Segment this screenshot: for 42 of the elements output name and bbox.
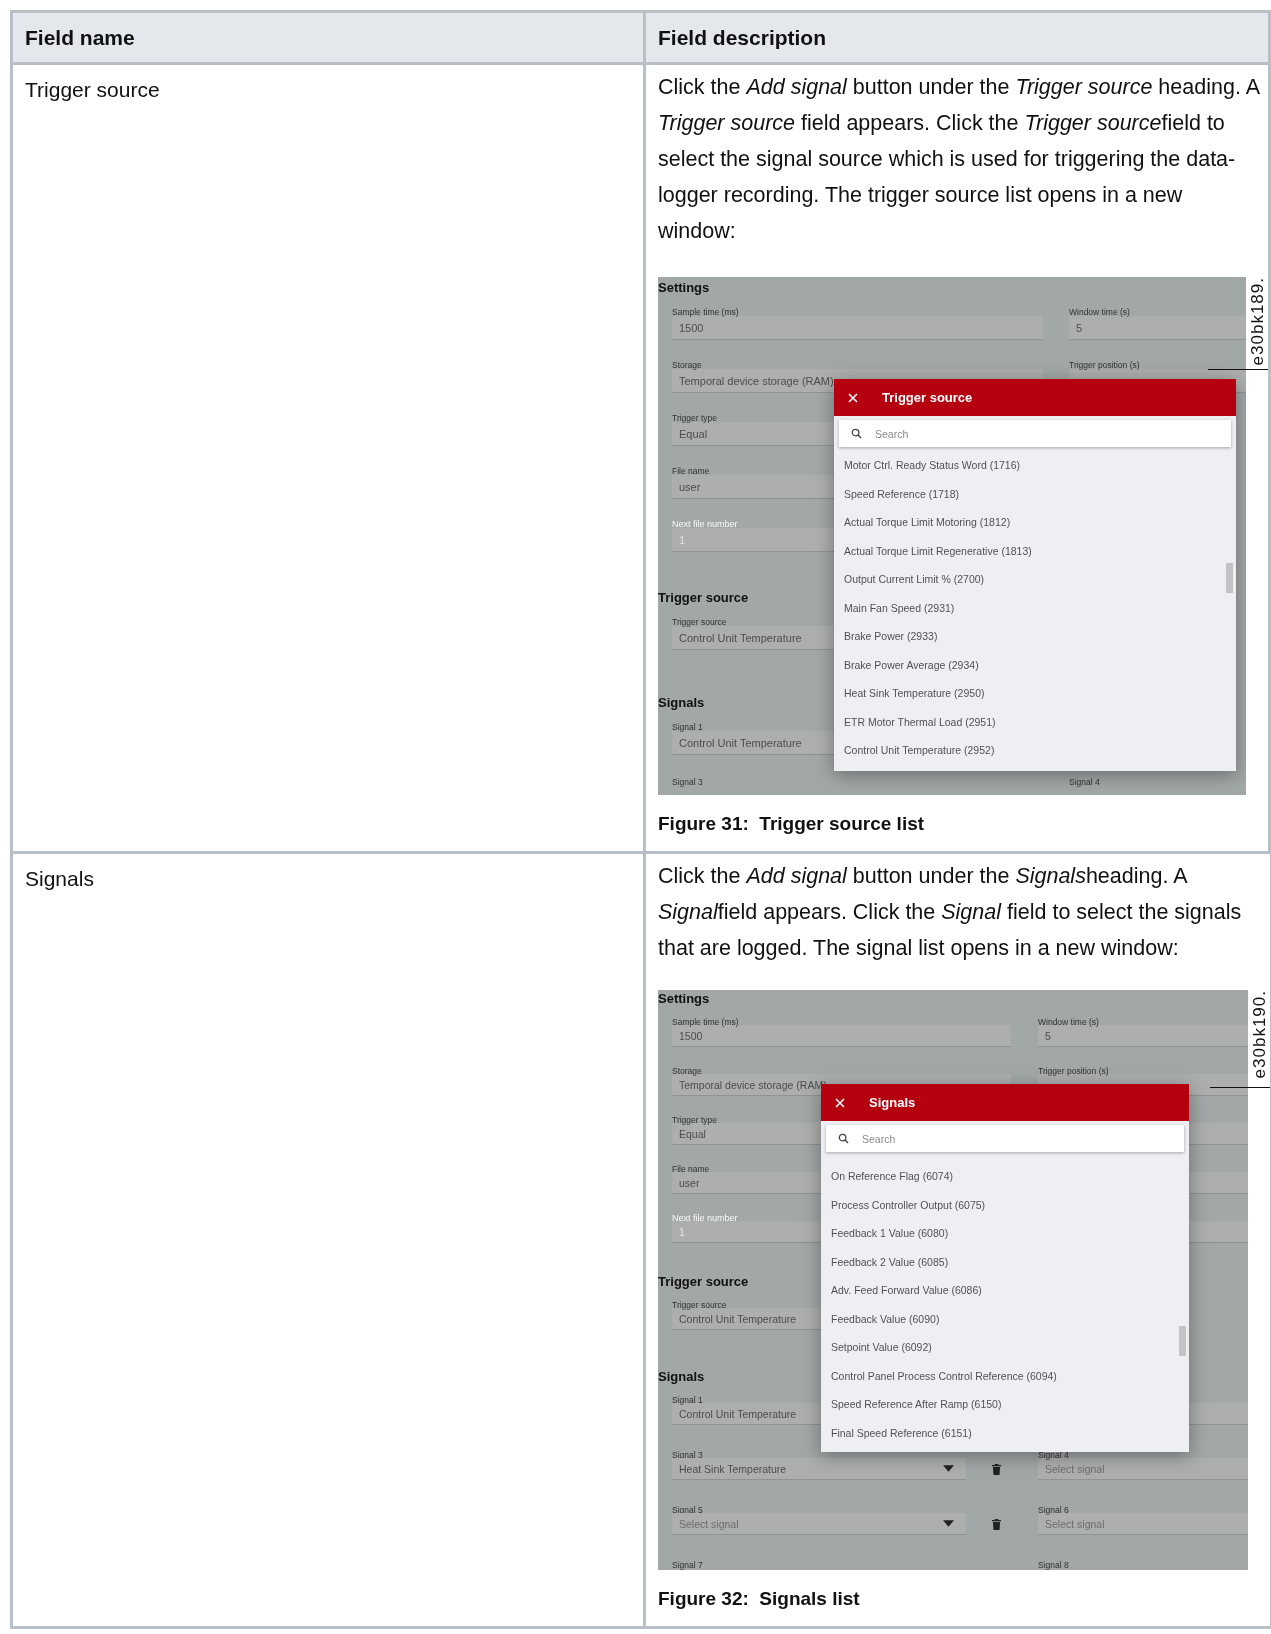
field-label: Trigger position (s) bbox=[1069, 360, 1140, 370]
field-label: Next file number bbox=[672, 1213, 738, 1223]
section-heading: Trigger source bbox=[658, 589, 749, 607]
field-label: Storage bbox=[672, 1066, 702, 1076]
field-label: Signal 6 bbox=[1038, 1505, 1069, 1515]
field-label: Sample time (ms) bbox=[672, 307, 739, 317]
field-name: Signals bbox=[25, 867, 94, 890]
section-heading: Signals bbox=[658, 1368, 705, 1386]
field-label: Signal 1 bbox=[672, 1395, 703, 1405]
field-label: Signal 1 bbox=[672, 722, 703, 732]
field-label: Window time (s) bbox=[1038, 1017, 1099, 1027]
field-label: Trigger type bbox=[672, 413, 718, 423]
figure-id: e30bk190. bbox=[1250, 990, 1270, 1079]
field-label: File name bbox=[672, 1164, 710, 1174]
description-text: Click the Add signal button under the Trigger source heading. A Trigger source field appears. Click the Trigger sourcefield to select the signal source which is used for triggering the data-logger recording. The trigger source list opens in a new window: bbox=[658, 74, 1261, 245]
field-label: Trigger source bbox=[672, 617, 727, 627]
field-name: Trigger source bbox=[25, 78, 160, 101]
section-heading: Settings bbox=[658, 990, 710, 1008]
description-text: Click the Add signal button under the Signalsheading. A Signalfield appears. Click the Signal field to select the signals that are logged. The signal list opens in a new window: bbox=[658, 863, 1243, 962]
section-heading: Settings bbox=[658, 279, 710, 297]
field-label: Signal 4 bbox=[1069, 777, 1100, 787]
figure-id: e30bk189. bbox=[1248, 277, 1268, 366]
section-heading: Trigger source bbox=[658, 1273, 749, 1291]
field-label: Sample time (ms) bbox=[672, 1017, 739, 1027]
figure-caption: Figure 32: Signals list bbox=[658, 1587, 861, 1611]
figure-caption: Figure 31: Trigger source list bbox=[658, 812, 926, 836]
column-header: Field name bbox=[13, 13, 646, 65]
field-label: Signal 3 bbox=[672, 777, 703, 787]
field-label: Trigger type bbox=[672, 1115, 718, 1125]
field-label: Window time (s) bbox=[1069, 307, 1130, 317]
field-label: Next file number bbox=[672, 519, 738, 529]
field-label: Storage bbox=[672, 360, 702, 370]
field-label: File name bbox=[672, 466, 710, 476]
field-label: Trigger position (s) bbox=[1038, 1066, 1109, 1076]
dialog-title: Signals bbox=[869, 1095, 916, 1110]
column-header: Field description bbox=[646, 13, 1271, 65]
dialog-title: Trigger source bbox=[882, 390, 973, 405]
field-label: Signal 8 bbox=[1038, 1560, 1069, 1570]
field-label: Signal 7 bbox=[672, 1560, 703, 1570]
field-label: Signal 4 bbox=[1038, 1450, 1069, 1460]
field-label: Trigger source bbox=[672, 1300, 727, 1310]
section-heading: Signals bbox=[658, 694, 705, 712]
